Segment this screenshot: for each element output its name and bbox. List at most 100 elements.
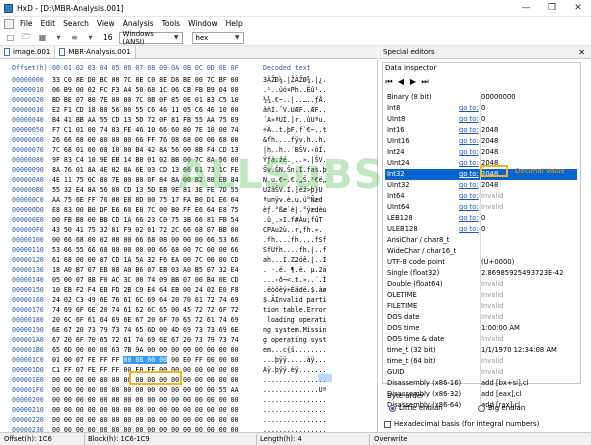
inspector-row[interactable]: UInt8 go to: 0 — [385, 114, 577, 125]
hex-row[interactable]: 00000040 B4 41 BB AA 55 CD 13 5D 72 0F 81… — [0, 116, 377, 126]
inspector-value[interactable]: 1:00:00 AM — [481, 324, 520, 332]
hex-row[interactable]: 00000170 74 69 6F 6E 20 74 61 62 6C 65 00… — [0, 306, 377, 316]
tab-image[interactable]: image.001 — [0, 46, 56, 58]
big-endian-radio[interactable] — [478, 405, 485, 412]
inspector-row[interactable]: DOS time & date Invalid — [385, 334, 577, 345]
row-decoded-text[interactable]: .ëòôëý+Éädë.$.àø — [263, 286, 327, 294]
new-file-icon[interactable]: □ — [4, 32, 17, 44]
inspector-row[interactable]: time_t (32 bit) 1/1/1970 12:34:08 AM — [385, 345, 577, 356]
row-bytes[interactable]: B4 41 BB AA 55 CD 13 5D 72 0F 81 FB 55 A… — [52, 116, 239, 124]
row-bytes[interactable]: 53 66 55 66 68 00 00 00 00 66 68 00 7C 0… — [52, 246, 239, 254]
hex-row[interactable]: 000000F0 43 50 41 75 32 81 F9 02 01 72 2C… — [0, 226, 377, 236]
hex-row[interactable]: 000000A0 4E 11 75 0C 80 7E 00 80 0F 84 8A… — [0, 176, 377, 186]
maximize-button[interactable]: ❐ — [539, 0, 565, 16]
inspector-value[interactable]: 2048 — [481, 181, 498, 189]
row-bytes[interactable]: 67 20 6F 70 65 72 61 74 69 6E 67 20 73 7… — [52, 336, 239, 344]
inspector-value[interactable]: Invalid — [481, 302, 504, 310]
goto-link[interactable]: go to: — [459, 181, 479, 189]
inspector-value[interactable]: (U+0000) — [481, 258, 514, 266]
row-bytes[interactable]: AA 75 6E FF 76 00 E8 8D 00 75 17 FA B0 D… — [52, 196, 239, 204]
menu-view[interactable]: View — [93, 19, 119, 28]
inspector-value[interactable]: 0 — [481, 214, 485, 222]
row-bytes[interactable]: 18 A0 B7 07 EB 08 A0 B6 07 EB 03 A0 B5 0… — [52, 266, 239, 274]
row-bytes[interactable]: 00 00 00 00 00 00 00 00 00 00 00 00 00 0… — [52, 416, 239, 424]
inspector-value[interactable]: 2.86985925493723E-42 — [481, 269, 563, 277]
hex-row[interactable]: 00000200 00 00 00 00 00 00 00 00 00 00 00… — [0, 396, 377, 406]
inspector-row[interactable]: Int64 go to: Invalid — [385, 191, 577, 202]
inspector-row[interactable]: Double (float64) Invalid — [385, 279, 577, 290]
inspector-value[interactable]: Invalid — [481, 203, 504, 211]
hex-row[interactable]: 00000070 7C 68 01 00 68 10 00 B4 42 8A 56… — [0, 146, 377, 156]
hex-row[interactable]: 00000030 E2 F1 CD 18 88 56 00 55 C6 46 11… — [0, 106, 377, 116]
inspector-row[interactable]: WideChar / char16_t — [385, 246, 577, 257]
hex-row[interactable]: 00000150 10 EB F2 F4 EB FD 2B C9 E4 64 EB… — [0, 286, 377, 296]
close-button[interactable]: ✕ — [565, 0, 591, 16]
row-bytes[interactable]: 8A 76 01 8A 4E 02 8A 6E 03 CD 13 66 61 7… — [52, 166, 239, 174]
minimize-button[interactable]: — — [513, 0, 539, 16]
selected-bytes[interactable]: 00 08 00 00 — [123, 356, 168, 364]
row-decoded-text[interactable]: em...c{š........ — [263, 346, 327, 354]
row-bytes[interactable]: 43 50 41 75 32 81 F9 02 01 72 2C 66 68 0… — [52, 226, 239, 234]
hex-row[interactable]: 00000110 53 66 55 66 68 00 00 00 00 66 68… — [0, 246, 377, 256]
row-bytes[interactable]: 6E 67 20 73 79 73 74 65 6D 00 4D 69 73 7… — [52, 326, 239, 334]
row-decoded-text[interactable]: tion table.Error — [263, 306, 327, 314]
row-bytes[interactable]: 00 00 00 00 00 00 00 00 00 00 00 00 00 0… — [52, 396, 239, 404]
row-bytes[interactable]: F7 C1 01 00 74 03 FE 46 10 66 60 80 7E 1… — [52, 126, 239, 134]
row-decoded-text[interactable]: ................ — [263, 406, 327, 414]
hex-row[interactable]: 00000000 33 C0 8E D0 BC 00 7C 8E C0 8E D8… — [0, 76, 377, 86]
row-bytes[interactable]: 00 66 68 00 02 00 00 66 68 08 00 00 00 6… — [52, 236, 239, 244]
hex-row[interactable]: 00000220 00 00 00 00 00 00 00 00 00 00 00… — [0, 416, 377, 426]
row-bytes[interactable]: 06 B9 00 02 FC F3 A4 50 68 1C 06 CB FB B… — [52, 86, 239, 94]
inspector-row[interactable]: Int16 go to: 2048 — [385, 125, 577, 136]
row-bytes[interactable]: 01 00 07 FE FF FF 00 08 00 00 00 E0 FF 0… — [52, 356, 239, 364]
inspector-row[interactable]: time_t (64 bit) Invalid — [385, 356, 577, 367]
row-bytes[interactable]: 00 00 00 00 00 00 00 00 00 00 00 00 00 0… — [52, 406, 239, 414]
inspector-row[interactable]: Disassembly (x86-16) add [bx+si],cl — [385, 378, 577, 389]
inspector-row[interactable]: OLETIME Invalid — [385, 290, 577, 301]
row-decoded-text[interactable]: Šv.ŠN.Šn.Í.fas.þ — [263, 166, 327, 174]
inspector-value[interactable]: add [bx+si],cl — [481, 379, 529, 387]
hex-row[interactable]: 000000B0 55 32 E4 8A 56 00 CD 13 5D EB 9E… — [0, 186, 377, 196]
row-decoded-text[interactable]: ................ — [263, 396, 327, 404]
hex-row[interactable]: 00000130 18 A0 B7 07 EB 08 A0 B6 07 EB 03… — [0, 266, 377, 276]
menu-analysis[interactable]: Analysis — [119, 19, 158, 28]
stepper-down-icon[interactable]: ▾ — [84, 32, 97, 44]
inspector-value[interactable]: 0 — [481, 115, 485, 123]
row-decoded-text[interactable]: SfUfh....fh.|..f — [263, 246, 327, 254]
little-endian-radio[interactable] — [389, 405, 396, 412]
row-bytes[interactable]: 61 68 00 00 07 CD 1A 5A 32 F6 EA 00 7C 0… — [52, 256, 239, 264]
row-bytes[interactable]: 10 EB F2 F4 EB FD 2B C9 E4 64 EB 00 24 0… — [52, 286, 239, 294]
goto-link[interactable]: go to: — [459, 203, 479, 211]
row-bytes[interactable]: 74 69 6F 6E 20 74 61 62 6C 65 00 45 72 7… — [52, 306, 239, 314]
row-bytes[interactable]: 4E 11 75 0C 80 7E 00 80 0F 84 8A 00 B2 8… — [52, 176, 239, 184]
charset-select[interactable]: Windows (ANSI) ▼ — [118, 30, 183, 46]
inspector-value[interactable]: 2048 — [481, 137, 498, 145]
inspector-row[interactable]: ULEB128 go to: 0 — [385, 224, 577, 235]
row-bytes[interactable]: 05 00 07 8B F0 AC 3C 00 74 09 BB 07 00 B… — [52, 276, 239, 284]
row-decoded-text[interactable]: U2äŠV.Í.]ëž>þ}U — [263, 186, 323, 194]
inspector-row[interactable]: Int8 go to: 0 — [385, 103, 577, 114]
inspector-value[interactable]: 2048 — [481, 126, 498, 134]
row-bytes[interactable]: 26 66 68 00 00 00 00 66 FF 76 08 68 00 0… — [52, 136, 239, 144]
hex-row[interactable]: 00000120 61 68 00 00 07 CD 1A 5A 32 F6 EA… — [0, 256, 377, 266]
inspector-row[interactable]: UInt64 go to: Invalid — [385, 202, 577, 213]
row-bytes[interactable]: BD BE 07 80 7E 00 00 7C 0B 0F 85 0E 01 8… — [52, 96, 239, 104]
row-bytes[interactable]: 00 FB B8 00 BB CD 1A 66 23 C0 75 3B 66 8… — [52, 216, 239, 224]
goto-link[interactable]: go to: — [459, 170, 479, 178]
row-decoded-text[interactable]: ½¾.€~..|..…..ƒÅ. — [263, 96, 327, 104]
goto-link[interactable]: go to: — [459, 137, 479, 145]
row-decoded-text[interactable]: . ·.ë. ¶.ë. µ.2ä — [263, 266, 327, 274]
row-decoded-text[interactable]: èƒ.°ßæ`è|.°ÿædèu — [263, 206, 327, 214]
inspector-row[interactable]: AnsiChar / char8_t — [385, 235, 577, 246]
goto-link[interactable]: go to: — [459, 192, 479, 200]
inspector-row[interactable]: Int24 go to: 2048 — [385, 147, 577, 158]
row-decoded-text[interactable]: .û¸.»Í.f#Àu;fûT — [263, 216, 323, 224]
inspector-row[interactable]: Single (float32) 2.86985925493723E-42 — [385, 268, 577, 279]
row-decoded-text[interactable]: ´A»ªUÍ.]r..ûUªu. — [263, 116, 327, 124]
row-bytes[interactable]: 20 6C 6F 61 64 69 6E 67 20 6F 70 65 72 6… — [52, 316, 239, 324]
inspector-value[interactable]: Invalid — [481, 192, 504, 200]
goto-link[interactable]: go to: — [459, 159, 479, 167]
bytes-per-row-value[interactable]: 16 — [103, 33, 113, 42]
row-decoded-text[interactable]: Áÿ.þÿÿ.èÿ....... — [263, 366, 327, 374]
inspector-value[interactable]: 00000000 — [481, 93, 516, 101]
